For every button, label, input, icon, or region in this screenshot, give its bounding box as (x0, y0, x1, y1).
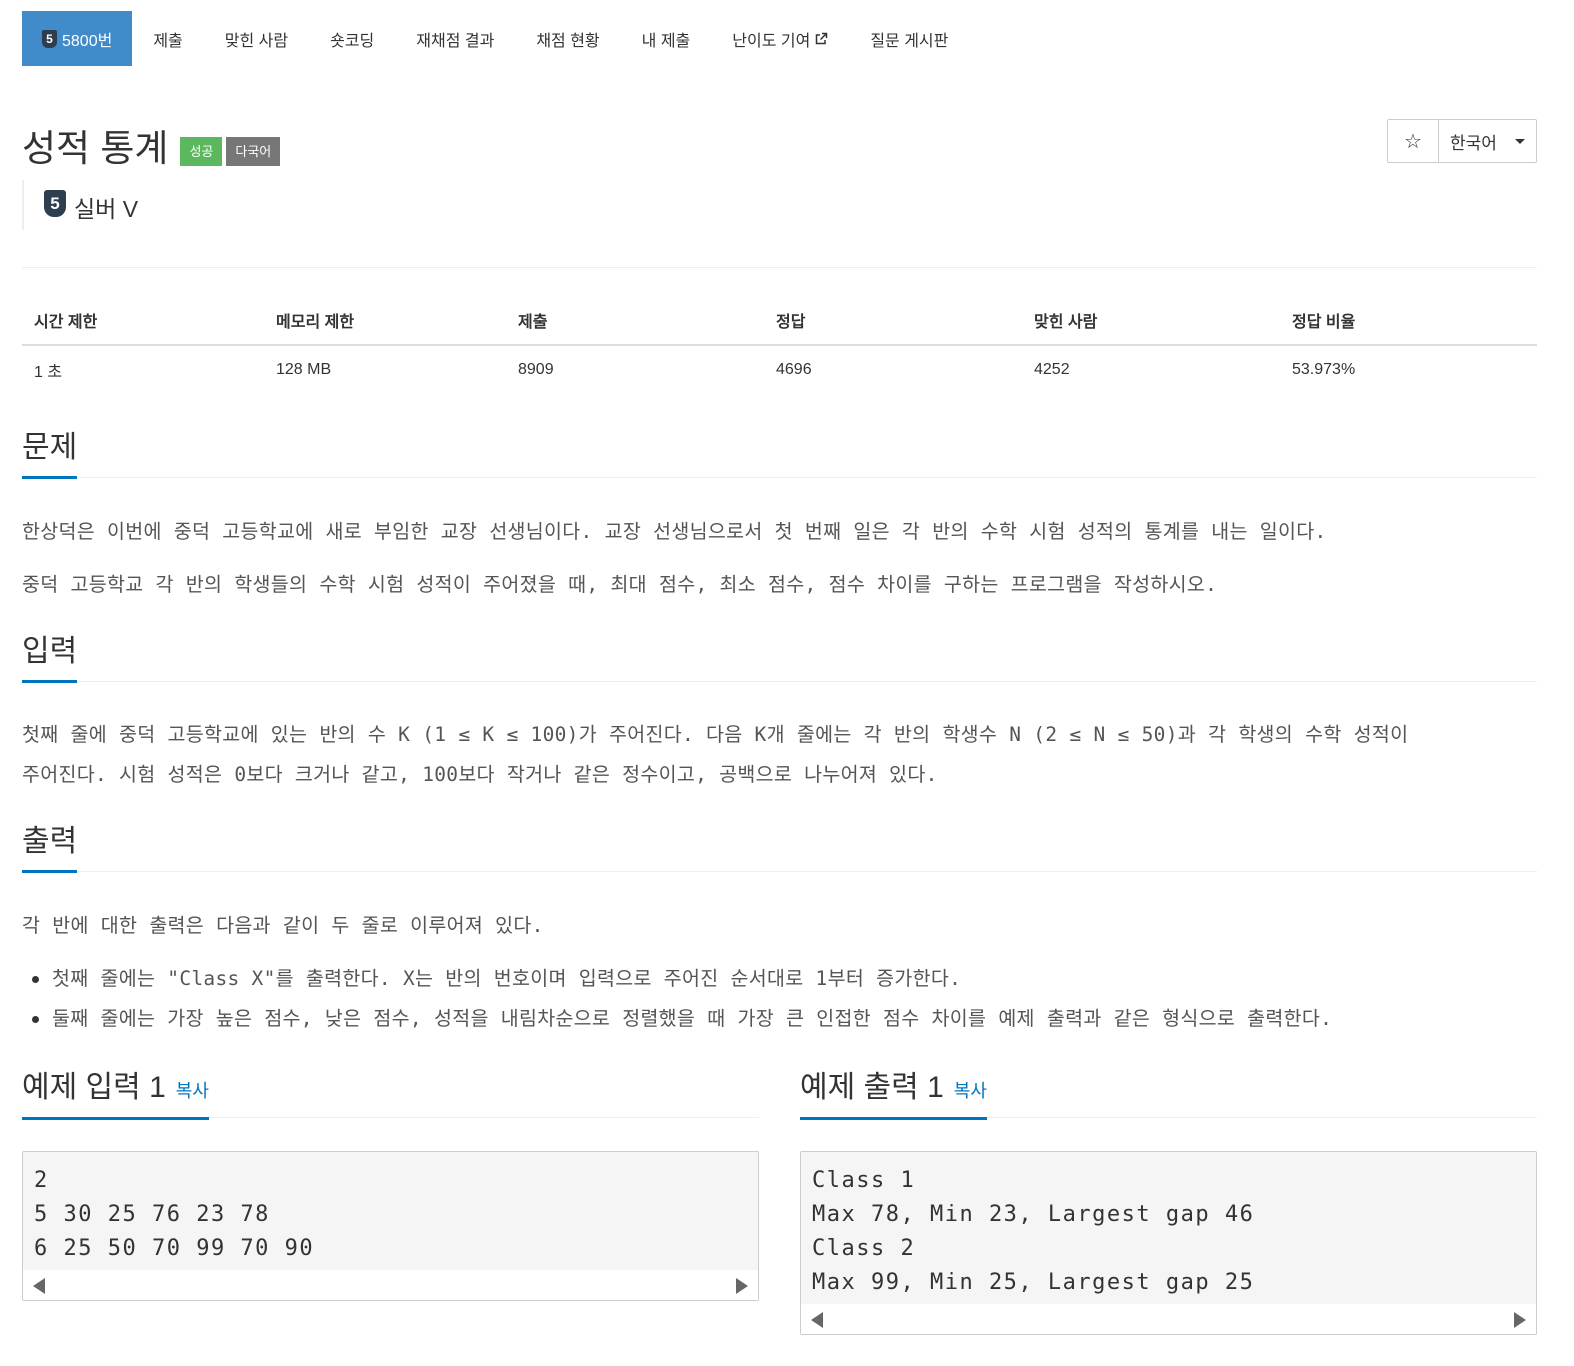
table-header-row: 시간 제한 메모리 제한 제출 정답 맞힌 사람 정답 비율 (22, 296, 1537, 346)
sample-line: Max 99, Min 25, Largest gap 25 (812, 1270, 1255, 1295)
problem-info-table: 시간 제한 메모리 제한 제출 정답 맞힌 사람 정답 비율 1 초 128 M… (22, 296, 1537, 394)
problem-tier: 5 실버 V (22, 180, 138, 230)
sample-line: Class 1 (812, 1168, 916, 1193)
problem-heading: 문제 (22, 428, 78, 479)
sample-line: 5 30 25 76 23 78 (34, 1202, 270, 1227)
table-header-ratio: 정답 비율 (1280, 296, 1537, 346)
table-header-accepted: 정답 (764, 296, 1022, 346)
horizontal-scrollbar[interactable] (801, 1304, 1536, 1334)
problem-section-header: 문제 (22, 428, 1537, 479)
language-dropdown[interactable]: 한국어 (1439, 120, 1536, 162)
list-item: 둘째 줄에는 가장 높은 점수, 낮은 점수, 성적을 내림차순으로 정렬했을 … (32, 999, 1537, 1039)
scroll-right-icon[interactable] (736, 1278, 748, 1294)
sample-line: 2 (34, 1168, 49, 1193)
sample-line: Class 2 (812, 1236, 916, 1261)
table-header-submissions: 제출 (506, 296, 764, 346)
problem-description-2: 중덕 고등학교 각 반의 학생들의 수학 시험 성적이 주어졌을 때, 최대 점… (22, 573, 1218, 596)
sample-input-title: 예제 입력 1 복사 (22, 1068, 209, 1120)
problem-description-1: 한상덕은 이번에 중덕 고등학교에 새로 부임한 교장 선생님이다. 교장 선생… (22, 520, 1327, 543)
nav-item-difficulty[interactable]: 난이도 기여 (711, 11, 849, 66)
horizontal-scrollbar[interactable] (23, 1270, 758, 1300)
time-limit-value: 1 초 (34, 364, 63, 381)
external-link-icon (816, 32, 828, 44)
caret-down-icon (1514, 138, 1525, 144)
nav-item-solved-users[interactable]: 맞힌 사람 (204, 11, 309, 66)
star-icon: ☆ (1404, 130, 1422, 153)
nav-item-submit[interactable]: 제출 (132, 11, 203, 66)
toolbar-group: ☆ 한국어 (1387, 119, 1537, 163)
sample-output-title: 예제 출력 1 복사 (800, 1068, 987, 1120)
table-header-time-limit: 시간 제한 (22, 296, 264, 346)
tier-shield-icon: 5 (44, 190, 66, 217)
input-heading: 입력 (22, 632, 78, 683)
status-badge-multilang: 다국어 (226, 136, 281, 166)
table-header-memory-limit: 메모리 제한 (264, 296, 506, 346)
input-description-line-2: 주어진다. 시험 성적은 0보다 크거나 같고, 100보다 작거나 같은 정수… (22, 763, 938, 786)
scroll-left-icon[interactable] (811, 1312, 823, 1328)
output-section-header: 출력 (22, 822, 1537, 873)
solved-users-value: 4252 (1034, 361, 1070, 378)
language-label: 한국어 (1450, 133, 1497, 153)
problem-title-row: 성적 통계 성공 다국어 (22, 118, 281, 172)
output-description: 각 반에 대한 출력은 다음과 같이 두 줄로 이루어져 있다. (22, 914, 544, 937)
sample-line: 6 25 50 70 99 70 90 (34, 1236, 315, 1261)
page-title: 성적 통계 (22, 128, 169, 169)
nav-item-short-coding[interactable]: 숏코딩 (309, 11, 395, 66)
accepted-value: 4696 (776, 361, 812, 378)
submissions-value: 8909 (518, 361, 554, 378)
ratio-value: 53.973% (1292, 361, 1356, 378)
input-section-header: 입력 (22, 632, 1537, 683)
sample-output-header: 예제 출력 1 복사 (800, 1068, 1537, 1120)
memory-limit-value: 128 MB (276, 361, 332, 378)
list-item: 첫째 줄에는 "Class X"를 출력한다. X는 반의 번호이며 입력으로 … (32, 959, 1537, 999)
table-row: 1 초 128 MB 8909 4696 4252 53.973% (22, 345, 1537, 394)
favorite-button[interactable]: ☆ (1388, 120, 1439, 162)
scroll-right-icon[interactable] (1514, 1312, 1526, 1328)
status-badge-success: 성공 (180, 136, 223, 166)
nav-item-my-submissions[interactable]: 내 제출 (621, 11, 712, 66)
sample-line: Max 78, Min 23, Largest gap 46 (812, 1202, 1255, 1227)
sample-output-block: Class 1 Max 78, Min 23, Largest gap 46 Cla… (800, 1151, 1537, 1335)
tier-name: 실버 V (74, 196, 139, 222)
sample-input-header: 예제 입력 1 복사 (22, 1068, 759, 1120)
input-description-line-1: 첫째 줄에 중덕 고등학교에 있는 반의 수 K (1 ≤ K ≤ 100)가 … (22, 723, 1409, 746)
copy-input-button[interactable]: 복사 (176, 1081, 209, 1101)
sample-input-heading: 예제 입력 1 (22, 1071, 166, 1104)
sample-input-content: 2 5 30 25 76 23 78 6 25 50 70 99 70 90 (23, 1152, 758, 1270)
nav-item-label: 5800번 (62, 32, 113, 50)
nav-item-problem[interactable]: 5 5800번 (22, 11, 133, 66)
scroll-left-icon[interactable] (33, 1278, 45, 1294)
nav-item-status[interactable]: 채점 현황 (515, 11, 620, 66)
table-header-solved-users: 맞힌 사람 (1022, 296, 1280, 346)
problem-menu: 5 5800번 제출 맞힌 사람 숏코딩 재채점 결과 채점 현황 내 제출 난… (22, 11, 969, 66)
output-heading: 출력 (22, 822, 78, 873)
copy-output-button[interactable]: 복사 (954, 1081, 987, 1101)
nav-item-label: 난이도 기여 (732, 32, 811, 50)
divider (22, 267, 1537, 268)
sample-output-content: Class 1 Max 78, Min 23, Largest gap 46 Cla… (801, 1152, 1536, 1304)
sample-input-block: 2 5 30 25 76 23 78 6 25 50 70 99 70 90 (22, 1151, 759, 1301)
sample-output-heading: 예제 출력 1 (800, 1071, 944, 1104)
nav-item-board[interactable]: 질문 게시판 (849, 11, 969, 66)
tier-badge-icon: 5 (42, 29, 57, 48)
nav-item-rejudge[interactable]: 재채점 결과 (395, 11, 515, 66)
output-rules-list: 첫째 줄에는 "Class X"를 출력한다. X는 반의 번호이며 입력으로 … (32, 959, 1537, 1039)
